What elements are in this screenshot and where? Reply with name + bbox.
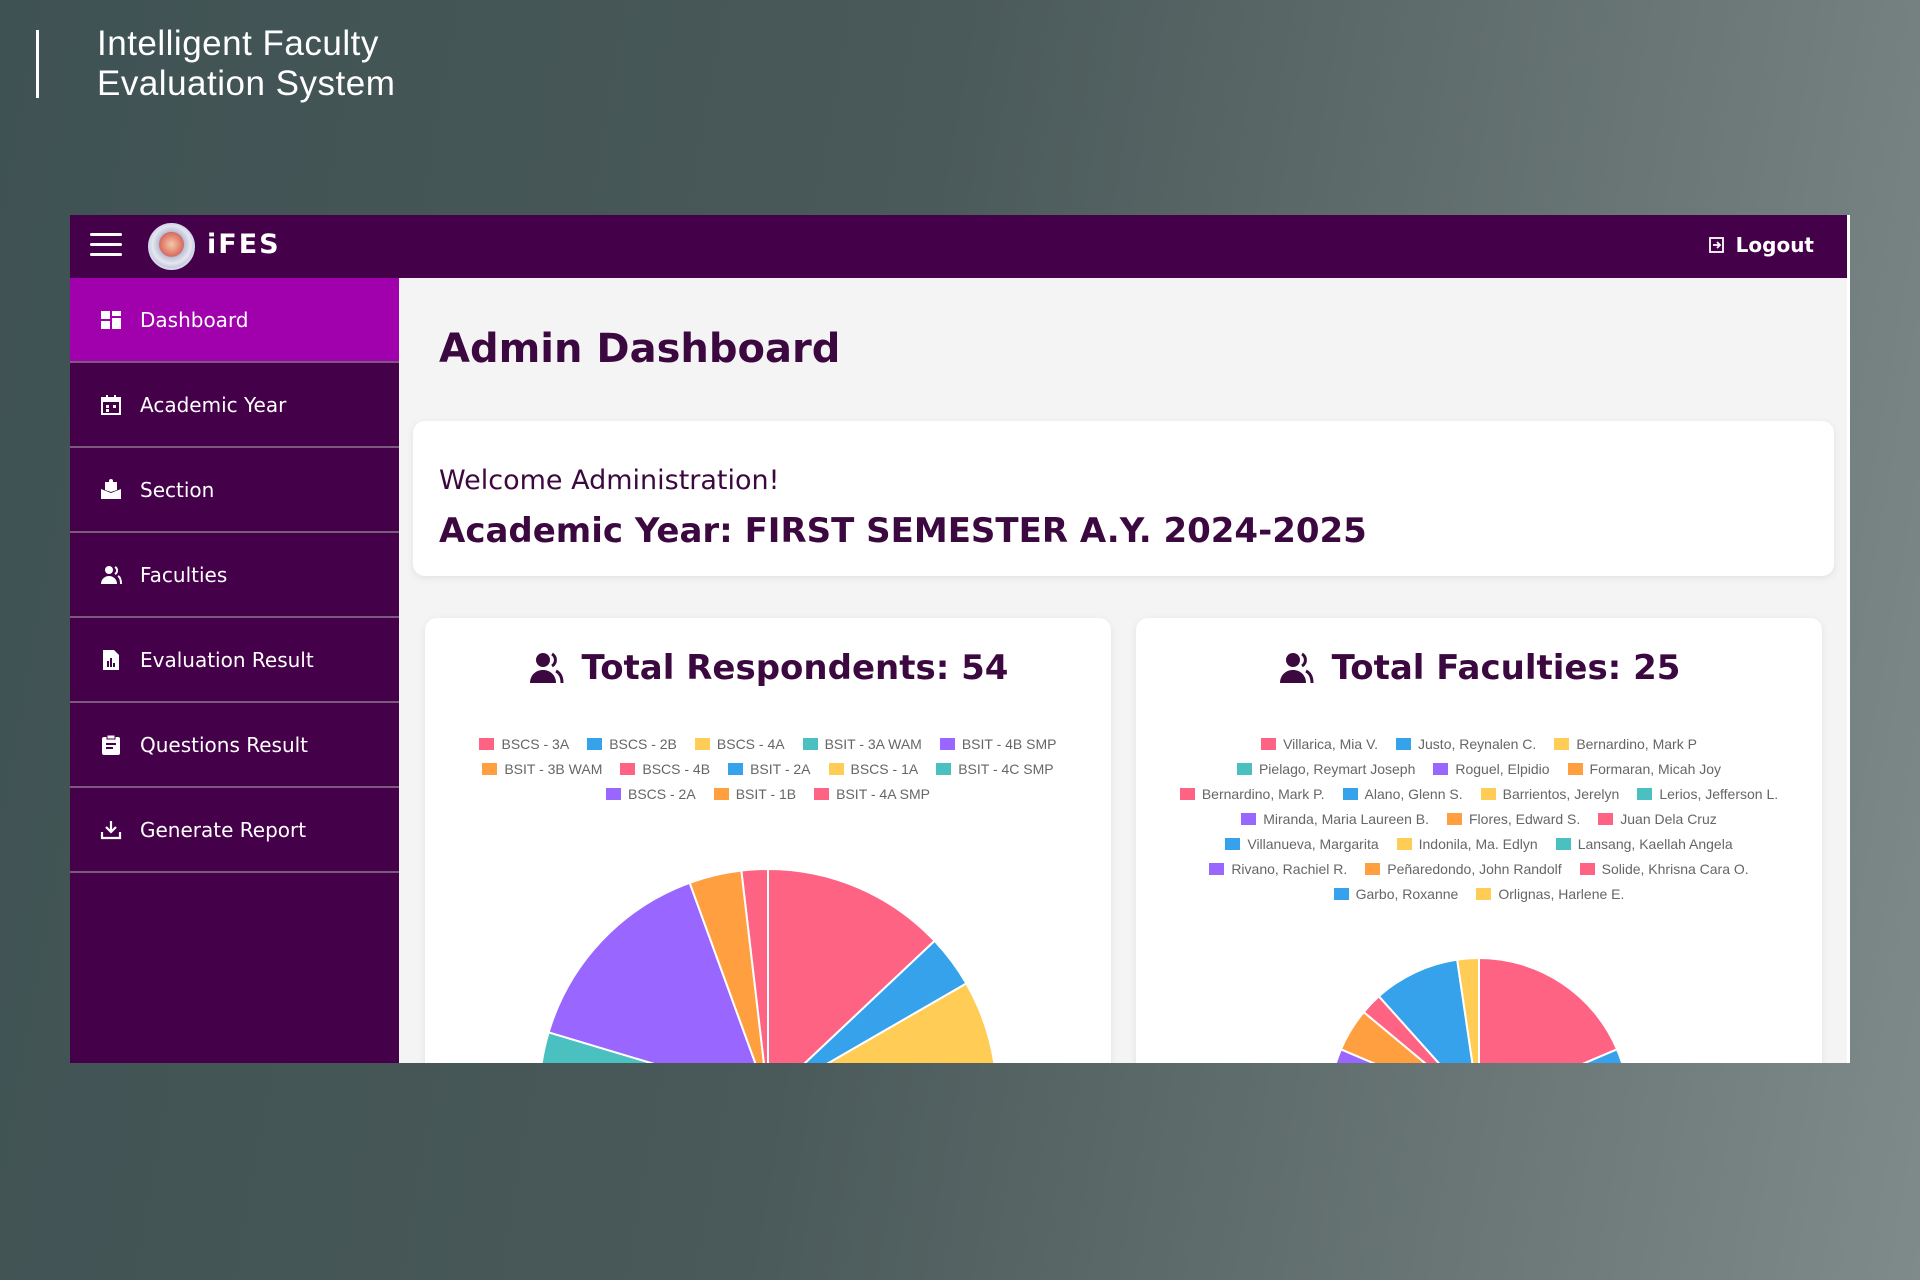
respondents-card: Total Respondents: 54 BSCS - 3A BSCS - 2B… <box>425 618 1111 1063</box>
sidebar-item-faculties[interactable]: Faculties <box>70 533 399 618</box>
sidebar-item-dashboard[interactable]: Dashboard <box>70 278 399 363</box>
menu-toggle-icon[interactable] <box>90 233 122 259</box>
sidebar-item-label: Generate Report <box>140 817 307 842</box>
hero-accent-bar <box>36 30 39 98</box>
school-logo <box>148 223 195 270</box>
sidebar-item-label: Dashboard <box>140 307 249 332</box>
section-icon <box>98 477 124 503</box>
users-icon <box>98 562 124 588</box>
faculties-pie-chart <box>1334 956 1624 1063</box>
dashboard-icon <box>98 307 124 333</box>
download-icon <box>98 817 124 843</box>
sidebar: Dashboard Academic Year Section Facultie… <box>70 278 399 1063</box>
logout-button[interactable]: Logout <box>1708 233 1814 257</box>
sidebar-item-academic-year[interactable]: Academic Year <box>70 363 399 448</box>
calendar-icon <box>98 392 124 418</box>
sidebar-item-label: Academic Year <box>140 392 287 417</box>
sidebar-item-section[interactable]: Section <box>70 448 399 533</box>
brand-name: iFES <box>207 229 281 260</box>
main-content: Admin Dashboard Welcome Administration! … <box>399 278 1850 1063</box>
hero-title-line2: Evaluation System <box>97 64 396 103</box>
logout-icon <box>1708 237 1724 253</box>
hero-title-line1: Intelligent Faculty <box>97 24 379 63</box>
sidebar-item-label: Questions Result <box>140 732 309 757</box>
sidebar-item-evaluation-result[interactable]: Evaluation Result <box>70 618 399 703</box>
top-navbar: iFES Logout <box>70 215 1850 278</box>
sidebar-item-questions-result[interactable]: Questions Result <box>70 703 399 788</box>
respondents-pie-chart <box>540 867 996 1063</box>
clipboard-icon <box>98 732 124 758</box>
academic-year-label: Academic Year: FIRST SEMESTER A.Y. 2024-… <box>439 511 1367 551</box>
sidebar-item-label: Faculties <box>140 562 228 587</box>
page-title: Admin Dashboard <box>439 326 841 372</box>
sidebar-item-label: Section <box>140 477 215 502</box>
sidebar-item-label: Evaluation Result <box>140 647 314 672</box>
pie-slice[interactable] <box>1478 956 1619 1063</box>
sidebar-item-generate-report[interactable]: Generate Report <box>70 788 399 873</box>
welcome-message: Welcome Administration! <box>439 465 780 496</box>
app-window: iFES Logout Dashboard Academic Year Sect… <box>70 215 1850 1063</box>
chart-file-icon <box>98 647 124 673</box>
welcome-card: Welcome Administration! Academic Year: F… <box>413 421 1834 576</box>
logout-label: Logout <box>1735 233 1814 257</box>
faculties-card: Total Faculties: 25 Villarica, Mia V. Jus… <box>1136 618 1822 1063</box>
hero-title: Intelligent Faculty Evaluation System <box>97 24 395 104</box>
